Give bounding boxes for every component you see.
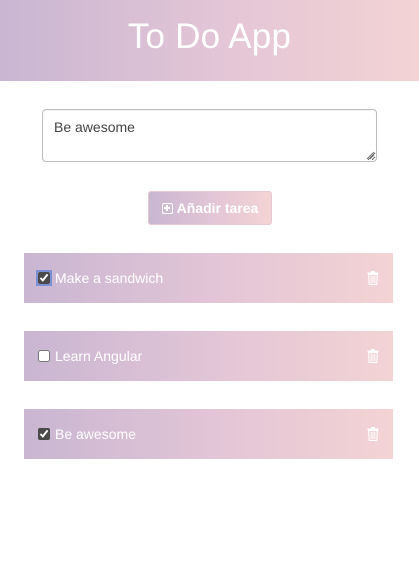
trash-icon[interactable]	[367, 427, 379, 441]
task-item: Learn Angular	[24, 331, 393, 381]
trash-icon[interactable]	[367, 349, 379, 363]
add-task-label: Añadir tarea	[176, 200, 259, 216]
task-item: Make a sandwich	[24, 253, 393, 303]
plus-square-icon	[161, 202, 173, 214]
add-task-button[interactable]: Añadir tarea	[148, 191, 272, 225]
new-task-input[interactable]	[42, 109, 377, 162]
task-checkbox[interactable]	[38, 428, 50, 440]
task-item: Be awesome	[24, 409, 393, 459]
task-checkbox[interactable]	[36, 270, 52, 286]
app-header: To Do App	[0, 0, 419, 81]
task-label: Make a sandwich	[55, 270, 164, 286]
app-title: To Do App	[127, 16, 292, 56]
task-label: Learn Angular	[55, 348, 143, 364]
task-checkbox[interactable]	[38, 350, 50, 362]
trash-icon[interactable]	[367, 271, 379, 285]
task-label: Be awesome	[55, 426, 136, 442]
